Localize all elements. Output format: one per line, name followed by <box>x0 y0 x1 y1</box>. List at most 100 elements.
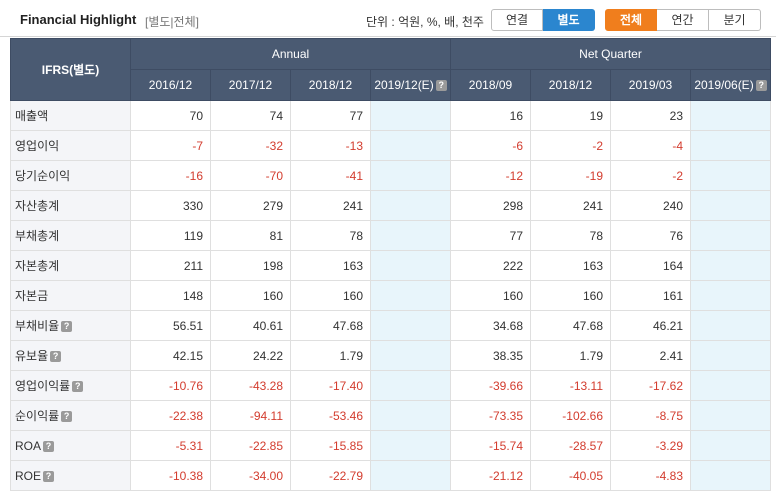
value-cell: -17.40 <box>290 370 371 401</box>
value-cell: 70 <box>130 100 211 131</box>
value-cell <box>689 130 772 161</box>
separate-button[interactable]: 별도 <box>543 9 595 31</box>
value-cell: -10.38 <box>130 460 211 491</box>
group-annual: Annual <box>130 38 451 70</box>
value-cell: 47.68 <box>290 310 371 341</box>
row-label: 유보율 <box>15 349 49 363</box>
period-label: 2019/06(E) <box>694 78 754 92</box>
value-cell: 211 <box>130 250 211 281</box>
value-cell: 160 <box>290 280 371 311</box>
row-label-cell: 자본총계 <box>10 250 131 281</box>
row-label-cell: 부채총계 <box>10 220 131 251</box>
row-label: 순이익률 <box>15 409 60 423</box>
period-header-2: 2018/12 <box>290 69 371 101</box>
period-label: 2017/12 <box>228 78 273 92</box>
value-cell: 163 <box>530 250 611 281</box>
row-label-cell: 유보율? <box>10 340 131 371</box>
value-cell <box>689 340 772 371</box>
value-cell: 38.35 <box>450 340 531 371</box>
row-label-cell: 당기순이익 <box>10 160 131 191</box>
value-cell <box>370 220 451 251</box>
period-label: 2016/12 <box>148 78 193 92</box>
value-cell: 1.79 <box>530 340 611 371</box>
period-header-5: 2018/12 <box>530 69 611 101</box>
value-cell: -3.29 <box>610 430 691 461</box>
value-cell <box>370 130 451 161</box>
value-cell: 160 <box>450 280 531 311</box>
help-icon[interactable]: ? <box>61 411 73 423</box>
value-cell <box>370 280 451 311</box>
group-header-row: IFRS(별도) Annual Net Quarter <box>10 38 772 101</box>
value-cell <box>370 190 451 221</box>
value-cell <box>689 310 772 341</box>
row-label-cell: 자산총계 <box>10 190 131 221</box>
value-cell: 16 <box>450 100 531 131</box>
value-cell <box>689 400 772 431</box>
quarterly-button[interactable]: 분기 <box>709 9 761 31</box>
value-cell: 222 <box>450 250 531 281</box>
value-cell <box>370 340 451 371</box>
unit-text: 단위 : 억원, %, 배, 천주 <box>366 15 484 29</box>
value-cell: -21.12 <box>450 460 531 491</box>
row-label: 자본금 <box>15 289 49 303</box>
value-cell: -5.31 <box>130 430 211 461</box>
value-cell: 198 <box>210 250 291 281</box>
help-icon[interactable]: ? <box>61 321 73 333</box>
value-cell: -15.74 <box>450 430 531 461</box>
table-row: 순이익률? -22.38 -94.11 -53.46 -73.35 -102.66 -8.7… <box>10 400 772 431</box>
value-cell: -32 <box>210 130 291 161</box>
value-cell: -10.76 <box>130 370 211 401</box>
value-cell: 298 <box>450 190 531 221</box>
row-label: ROE <box>15 468 42 483</box>
value-cell: -39.66 <box>450 370 531 401</box>
period-header-0: 2016/12 <box>130 69 211 101</box>
value-cell <box>370 160 451 191</box>
value-cell: -15.85 <box>290 430 371 461</box>
value-cell <box>689 430 772 461</box>
value-cell: -28.57 <box>530 430 611 461</box>
period-header-6: 2019/03 <box>610 69 691 101</box>
value-cell: 1.79 <box>290 340 371 371</box>
highlight-header: Financial Highlight [별도|전체] 단위 : 억원, %, … <box>0 0 776 37</box>
value-cell: -70 <box>210 160 291 191</box>
value-cell <box>689 460 772 491</box>
value-cell: 161 <box>610 280 691 311</box>
table-row: 자본총계 211 198 163 222 163 164 <box>10 250 772 281</box>
value-cell: -4.83 <box>610 460 691 491</box>
help-icon[interactable]: ? <box>43 440 55 452</box>
value-cell: -17.62 <box>610 370 691 401</box>
table-row: 부채비율? 56.51 40.61 47.68 34.68 47.68 46.21 <box>10 310 772 341</box>
value-cell: -41 <box>290 160 371 191</box>
value-cell: 164 <box>610 250 691 281</box>
help-icon[interactable]: ? <box>43 470 55 482</box>
value-cell: 76 <box>610 220 691 251</box>
value-cell <box>370 430 451 461</box>
annual-button[interactable]: 연간 <box>657 9 709 31</box>
help-icon[interactable]: ? <box>50 351 62 363</box>
table-row: 유보율? 42.15 24.22 1.79 38.35 1.79 2.41 <box>10 340 772 371</box>
value-cell: -34.00 <box>210 460 291 491</box>
table-body: 매출액 70 74 77 16 19 23 영업이익 -7 -32 -13 -6 -2 -4 당기순이익 -1… <box>10 100 772 491</box>
help-icon[interactable]: ? <box>755 80 767 92</box>
all-periods-button[interactable]: 전체 <box>605 9 657 31</box>
value-cell <box>689 100 772 131</box>
period-label: 2019/12(E) <box>374 78 434 92</box>
value-cell: 47.68 <box>530 310 611 341</box>
table-row: ROA? -5.31 -22.85 -15.85 -15.74 -28.57 -3.29 <box>10 430 772 461</box>
value-cell: -94.11 <box>210 400 291 431</box>
value-cell: -22.79 <box>290 460 371 491</box>
consolidated-button[interactable]: 연결 <box>491 9 543 31</box>
period-toggle: 전체 연간 분기 <box>605 9 761 31</box>
row-label-cell: 자본금 <box>10 280 131 311</box>
row-label: 당기순이익 <box>15 169 71 183</box>
value-cell <box>370 400 451 431</box>
period-label: 2018/09 <box>468 78 513 92</box>
value-cell <box>689 160 772 191</box>
row-label-cell: 매출액 <box>10 100 131 131</box>
help-icon[interactable]: ? <box>435 80 447 92</box>
period-header-4: 2018/09 <box>450 69 531 101</box>
help-icon[interactable]: ? <box>72 381 84 393</box>
value-cell: -13.11 <box>530 370 611 401</box>
table-row: 자산총계 330 279 241 298 241 240 <box>10 190 772 221</box>
value-cell: 160 <box>530 280 611 311</box>
